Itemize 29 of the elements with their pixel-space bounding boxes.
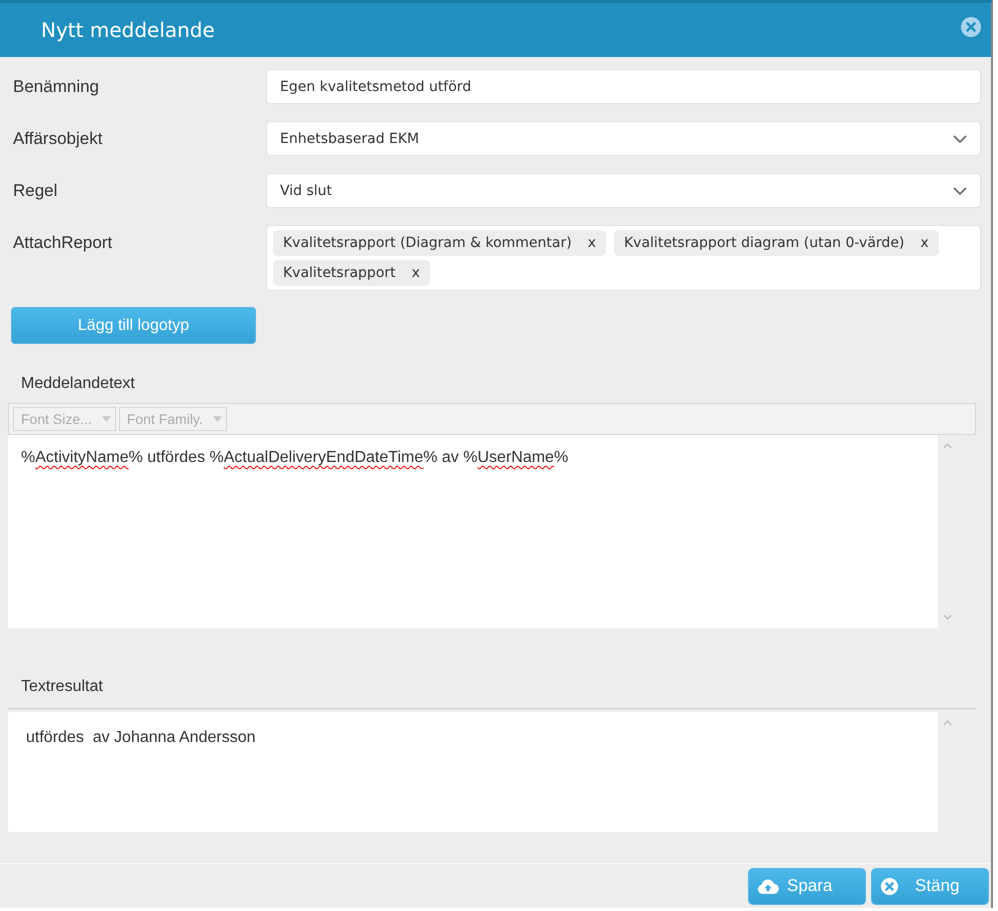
scroll-up-icon[interactable] (942, 443, 952, 449)
cloud-upload-icon (757, 878, 779, 894)
field-label: Affärsobjekt (12, 128, 104, 149)
field-label: Regel (12, 180, 58, 201)
field-label: Benämning (12, 76, 100, 97)
report-tag: Kvalitetsrapport diagram (utan 0-värde) x (614, 230, 939, 256)
dropdown-field[interactable]: Vid slut (266, 173, 981, 208)
remove-tag-button[interactable]: x (920, 235, 929, 251)
close-icon (880, 876, 899, 896)
scroll-down-icon[interactable] (942, 614, 952, 620)
message-editor[interactable]: %ActivityName% utfördes %ActualDeliveryEndDateTime% av %UserName% (8, 435, 938, 628)
chevron-down-icon (953, 186, 967, 194)
field-label: AttachReport (12, 232, 114, 253)
close-icon[interactable] (961, 17, 981, 37)
report-tag: Kvalitetsrapport x (273, 260, 430, 286)
chevron-down-icon (953, 134, 967, 142)
remove-tag-button[interactable]: x (412, 265, 420, 281)
remove-tag-button[interactable]: x (588, 235, 596, 251)
window-title: Nytt meddelande (41, 18, 215, 42)
section-label: Meddelandetext (21, 375, 136, 393)
report-tag: Kvalitetsrapport (Diagram & kommentar) x (273, 230, 606, 256)
text-field[interactable]: Egen kvalitetsmetod utförd (266, 69, 981, 104)
tag-field[interactable]: Kvalitetsrapport (Diagram & kommentar) x Kvalitetsrapport diagram (utan 0-värde) x Kvalitetsrapport x (266, 225, 981, 291)
dropdown-arrow-icon (102, 416, 111, 422)
dropdown-arrow-icon (212, 416, 222, 422)
scroll-up-icon[interactable] (942, 720, 952, 726)
section-label: Textresultat (21, 678, 104, 696)
dropdown-field[interactable]: Enhetsbaserad EKM (266, 121, 981, 156)
result-text-area: utfördes av Johanna Andersson (8, 712, 938, 832)
